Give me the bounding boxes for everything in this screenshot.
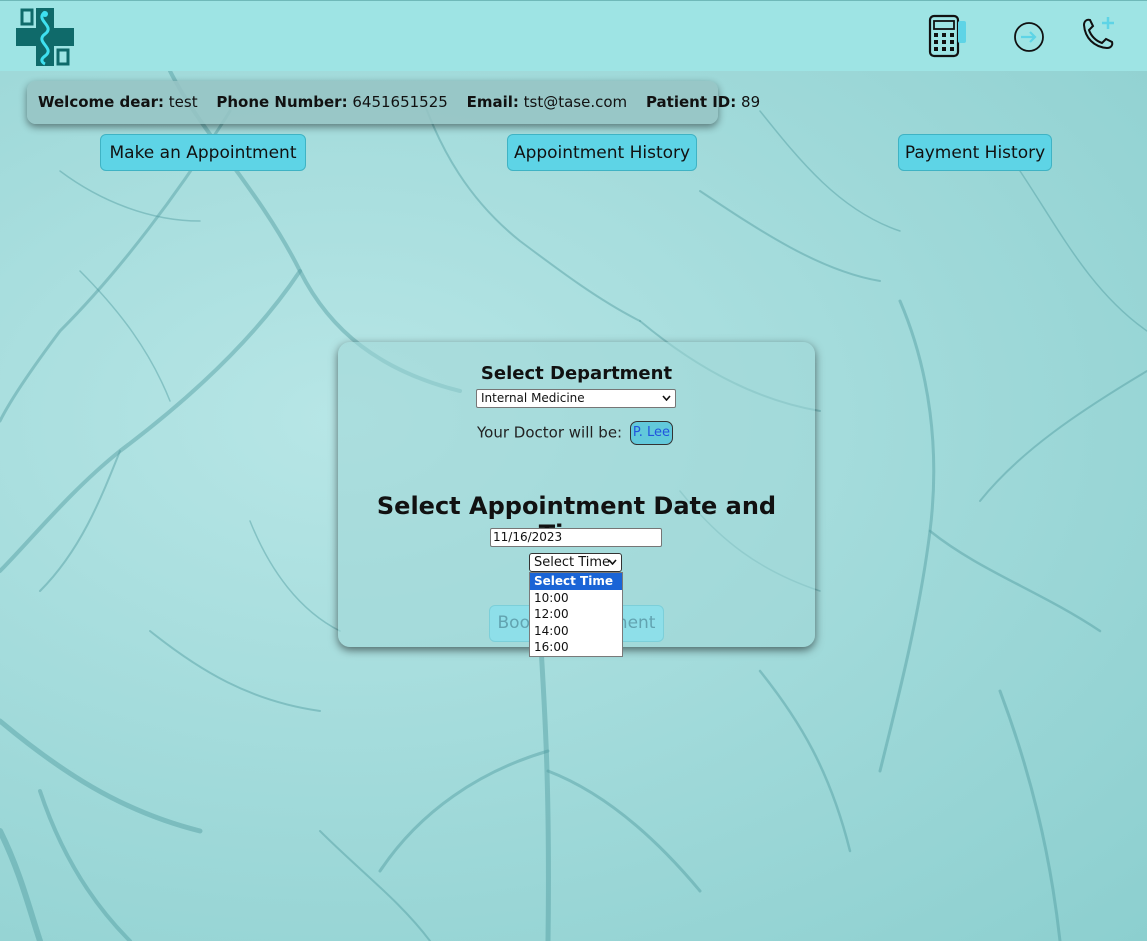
phone-value: 6451651525 bbox=[352, 93, 448, 111]
department-title: Select Department bbox=[480, 363, 673, 384]
time-select[interactable]: Select Time bbox=[529, 553, 622, 572]
phone-plus-icon[interactable] bbox=[1076, 13, 1122, 59]
welcome-value: test bbox=[168, 93, 198, 111]
time-option[interactable]: 14:00 bbox=[530, 623, 622, 640]
email-label: Email: bbox=[466, 93, 519, 111]
doctor-name-button[interactable]: P. Lee bbox=[629, 421, 673, 445]
time-option[interactable]: 16:00 bbox=[530, 639, 622, 656]
welcome-label: Welcome dear: bbox=[38, 93, 164, 111]
phone-label: Phone Number: bbox=[216, 93, 348, 111]
appointment-history-button[interactable]: Appointment History bbox=[507, 134, 697, 171]
calculator-icon[interactable] bbox=[924, 13, 970, 59]
time-dropdown-list: Select Time 10:00 12:00 14:00 16:00 bbox=[529, 572, 623, 657]
department-selected-value: Internal Medicine bbox=[481, 391, 585, 405]
top-header bbox=[0, 0, 1147, 71]
doctor-line: Your Doctor will be: P. Lee bbox=[477, 421, 673, 445]
chevron-down-icon bbox=[608, 559, 617, 565]
patient-id-label: Patient ID: bbox=[645, 93, 737, 111]
chevron-down-icon bbox=[662, 395, 671, 401]
department-select[interactable]: Internal Medicine bbox=[476, 389, 676, 408]
time-option[interactable]: 12:00 bbox=[530, 606, 622, 623]
doctor-prefix: Your Doctor will be: bbox=[477, 423, 623, 442]
email-value: tst@tase.com bbox=[523, 93, 628, 111]
patient-id-value: 89 bbox=[741, 93, 761, 111]
date-input[interactable]: 11/16/2023 bbox=[490, 528, 662, 547]
payment-history-button[interactable]: Payment History bbox=[898, 134, 1052, 171]
time-option[interactable]: 10:00 bbox=[530, 590, 622, 607]
make-appointment-button[interactable]: Make an Appointment bbox=[100, 134, 306, 171]
caduceus-cross-logo[interactable] bbox=[14, 6, 76, 68]
time-option[interactable]: Select Time bbox=[530, 573, 622, 590]
patient-info-bar: Welcome dear: test Phone Number: 6451651… bbox=[27, 81, 760, 124]
time-selected-value: Select Time bbox=[534, 555, 611, 570]
logout-arrow-icon[interactable] bbox=[1006, 13, 1052, 59]
